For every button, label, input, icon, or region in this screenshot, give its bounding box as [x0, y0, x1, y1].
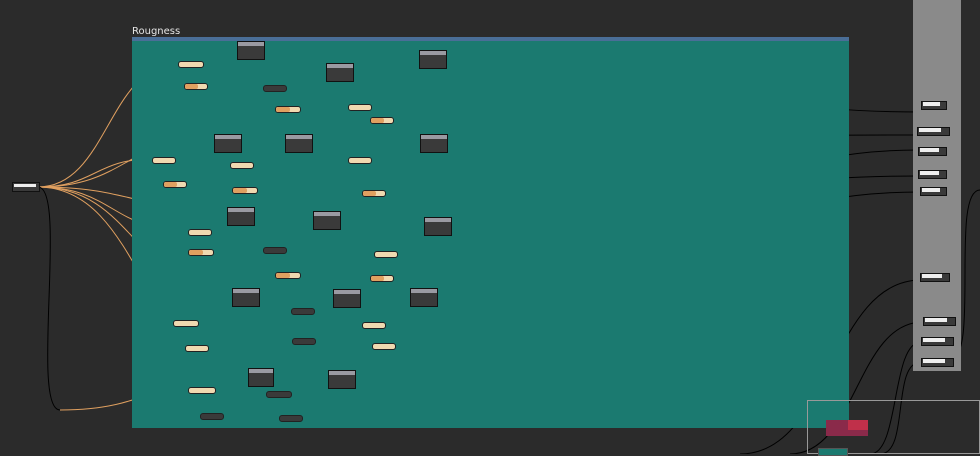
output-node[interactable] — [920, 187, 947, 196]
value-node[interactable] — [232, 187, 258, 194]
math-node[interactable] — [248, 368, 274, 387]
value-node[interactable] — [370, 275, 394, 282]
output-node[interactable] — [918, 147, 947, 156]
math-node[interactable] — [333, 289, 361, 308]
value-node[interactable] — [362, 190, 386, 197]
value-node[interactable] — [275, 272, 301, 279]
value-node[interactable] — [188, 229, 212, 236]
value-node[interactable] — [152, 157, 176, 164]
math-node[interactable] — [285, 134, 313, 153]
math-node[interactable] — [227, 207, 255, 226]
value-node[interactable] — [348, 104, 372, 111]
value-node[interactable] — [188, 387, 216, 394]
value-node[interactable] — [200, 413, 224, 420]
value-node[interactable] — [370, 117, 394, 124]
value-node[interactable] — [188, 249, 214, 256]
math-node[interactable] — [237, 41, 265, 60]
math-node[interactable] — [420, 134, 448, 153]
math-node[interactable] — [424, 217, 452, 236]
math-node[interactable] — [328, 370, 356, 389]
output-node[interactable] — [921, 358, 954, 367]
output-panel[interactable] — [913, 0, 961, 371]
value-node[interactable] — [173, 320, 199, 327]
value-node[interactable] — [185, 345, 209, 352]
value-node[interactable] — [362, 322, 386, 329]
output-node[interactable] — [921, 101, 947, 110]
value-node[interactable] — [374, 251, 398, 258]
minimap-frame — [818, 448, 848, 456]
frame-rougness[interactable] — [132, 37, 849, 428]
wire — [37, 186, 61, 411]
value-node[interactable] — [291, 308, 315, 315]
value-node[interactable] — [348, 157, 372, 164]
math-node[interactable] — [214, 134, 242, 153]
minimap-region — [848, 420, 868, 430]
math-node[interactable] — [410, 288, 438, 307]
value-node[interactable] — [275, 106, 301, 113]
value-node[interactable] — [184, 83, 208, 90]
output-node[interactable] — [920, 273, 950, 282]
output-node[interactable] — [923, 317, 956, 326]
value-node[interactable] — [266, 391, 292, 398]
value-node[interactable] — [279, 415, 303, 422]
value-node[interactable] — [163, 181, 187, 188]
value-node[interactable] — [263, 85, 287, 92]
math-node[interactable] — [232, 288, 260, 307]
value-node[interactable] — [292, 338, 316, 345]
output-node[interactable] — [917, 127, 950, 136]
value-node[interactable] — [263, 247, 287, 254]
output-node[interactable] — [918, 170, 947, 179]
value-node[interactable] — [230, 162, 254, 169]
frame-title: Rougness — [132, 26, 181, 37]
math-node[interactable] — [326, 63, 354, 82]
math-node[interactable] — [419, 50, 447, 69]
value-node[interactable] — [178, 61, 204, 68]
output-node[interactable] — [921, 337, 954, 346]
input-node[interactable] — [12, 182, 40, 192]
math-node[interactable] — [313, 211, 341, 230]
value-node[interactable] — [372, 343, 396, 350]
